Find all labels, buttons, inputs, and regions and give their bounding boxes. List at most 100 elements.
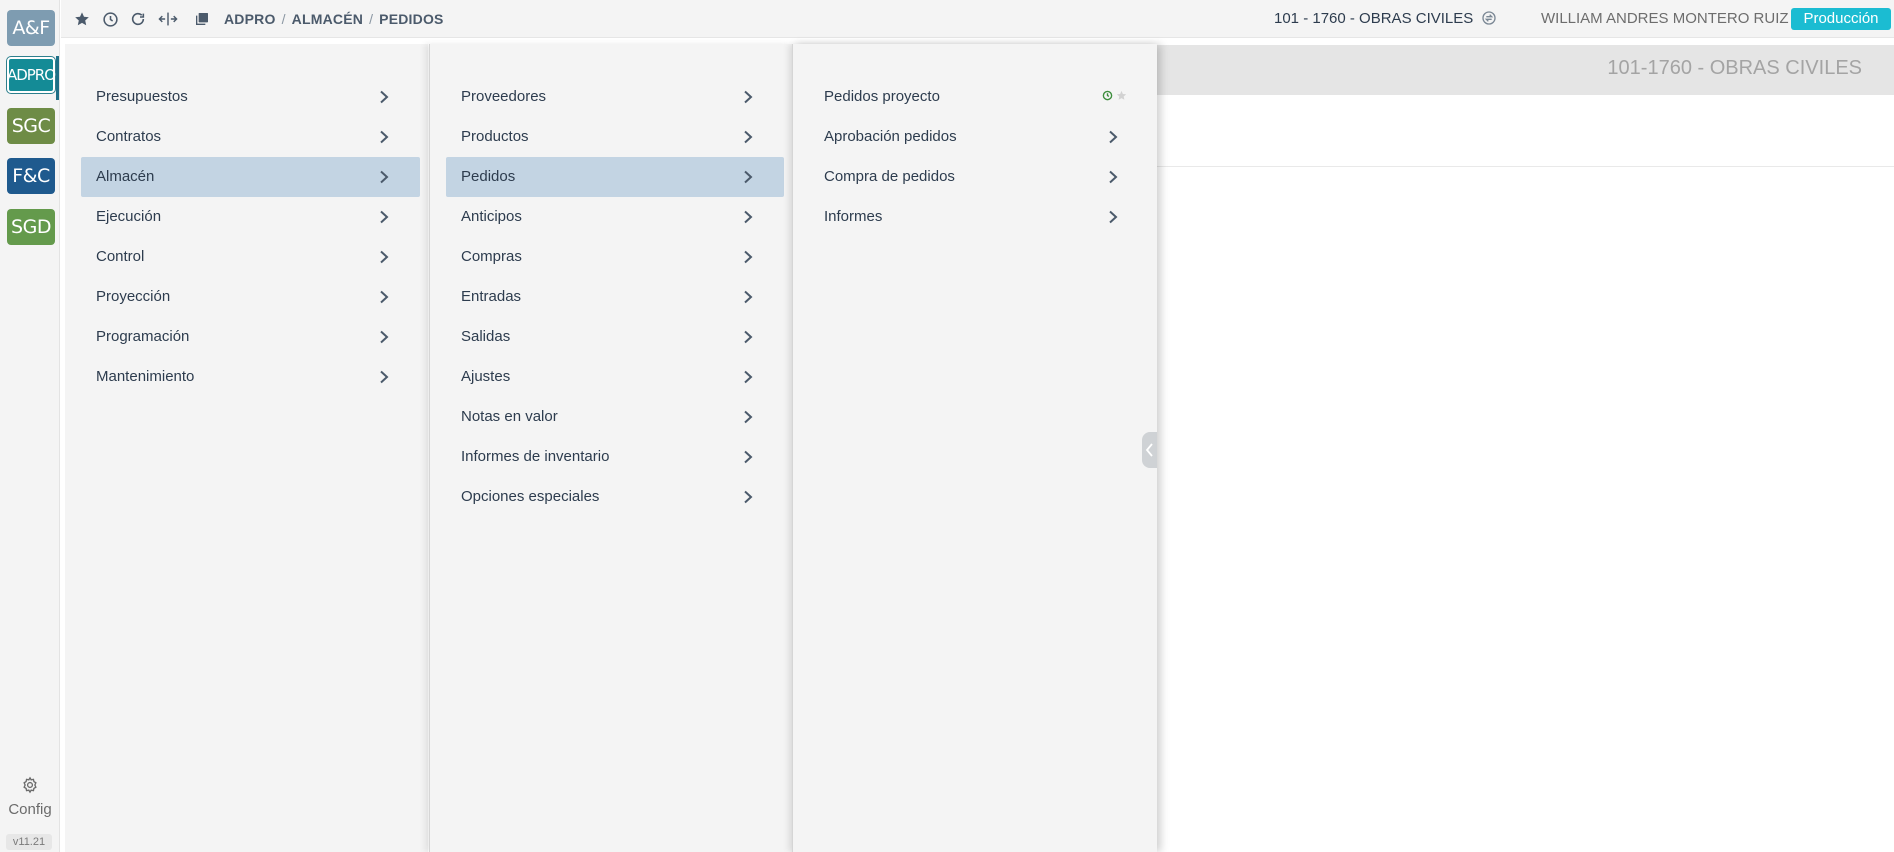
menu-item-label: Informes — [824, 208, 883, 225]
menu-item-pedidos-proyecto[interactable]: Pedidos proyecto — [809, 77, 1149, 117]
chevron-right-icon — [742, 130, 754, 144]
content-title: 101-1760 - OBRAS CIVILES — [1607, 57, 1862, 79]
menu-item-label: Proyección — [96, 288, 171, 305]
chevron-right-icon — [378, 210, 390, 224]
menu-item-label: Compra de pedidos — [824, 168, 955, 185]
chevron-right-icon — [378, 290, 390, 304]
switch-project-icon[interactable] — [1481, 10, 1497, 26]
split-view-icon[interactable] — [158, 9, 178, 29]
menu-item-label: Pedidos — [461, 168, 516, 185]
star-icon[interactable] — [72, 9, 92, 29]
chevron-right-icon — [742, 290, 754, 304]
recent-clock-icon — [1102, 90, 1113, 101]
menu-item-label: Aprobación pedidos — [824, 128, 957, 145]
menu-item-informes[interactable]: Informes — [809, 197, 1149, 237]
chevron-right-icon — [742, 250, 754, 264]
menu-item-pedidos[interactable]: Pedidos — [446, 157, 784, 197]
chevron-right-icon — [1107, 170, 1119, 184]
top-bar: ADPRO / ALMACÉN / PEDIDOS 101 - 1760 - OBRAS… — [61, 0, 1894, 38]
menu-item-proyeccion[interactable]: Proyección — [81, 277, 420, 317]
menu-item-ejecucion[interactable]: Ejecución — [81, 197, 420, 237]
menu-item-salidas[interactable]: Salidas — [446, 317, 784, 357]
copy-windows-icon[interactable] — [192, 9, 212, 29]
menu-item-label: Entradas — [461, 288, 522, 305]
menu-item-label: Productos — [461, 128, 529, 145]
menu-item-label: Ajustes — [461, 368, 511, 385]
menu-item-label: Proveedores — [461, 88, 547, 105]
chevron-left-icon — [1145, 443, 1153, 457]
menu-level-3: Pedidos proyecto Aprobación pedidos Compra… — [792, 44, 1157, 852]
menu-item-entradas[interactable]: Entradas — [446, 277, 784, 317]
menu-item-label: Almacén — [96, 168, 155, 185]
config-button[interactable]: Config — [0, 776, 60, 818]
menu-item-informes-de-inventario[interactable]: Informes de inventario — [446, 437, 784, 477]
menu-item-productos[interactable]: Productos — [446, 117, 784, 157]
menu-item-almacen[interactable]: Almacén — [81, 157, 420, 197]
chevron-right-icon — [742, 370, 754, 384]
favorite-star-icon[interactable] — [1116, 90, 1127, 101]
menu-item-proveedores[interactable]: Proveedores — [446, 77, 784, 117]
menu-item-label: Presupuestos — [96, 88, 188, 105]
menu-item-contratos[interactable]: Contratos — [81, 117, 420, 157]
environment-badge: Producción — [1791, 8, 1891, 30]
menu-item-label: Mantenimiento — [96, 368, 195, 385]
active-app-indicator — [56, 56, 59, 100]
app-tile-adpro[interactable]: ADPRO — [7, 57, 56, 93]
menu-item-label: Control — [96, 248, 145, 265]
menu-item-ajustes[interactable]: Ajustes — [446, 357, 784, 397]
chevron-right-icon — [742, 90, 754, 104]
chevron-right-icon — [1107, 210, 1119, 224]
menu-item-aprobacion-pedidos[interactable]: Aprobación pedidos — [809, 117, 1149, 157]
menu-item-label: Compras — [461, 248, 522, 265]
chevron-right-icon — [378, 370, 390, 384]
menu-item-compras[interactable]: Compras — [446, 237, 784, 277]
menu-level-2: Proveedores Productos Pedidos Anticipos Comp… — [429, 44, 792, 852]
project-title: 101 - 1760 - OBRAS CIVILES — [1274, 10, 1474, 27]
menu-item-control[interactable]: Control — [81, 237, 420, 277]
breadcrumb-item[interactable]: ALMACÉN — [292, 11, 363, 27]
project-selector[interactable]: 101 - 1760 - OBRAS CIVILES — [1274, 10, 1497, 27]
chevron-right-icon — [378, 170, 390, 184]
menu-item-notas-en-valor[interactable]: Notas en valor — [446, 397, 784, 437]
breadcrumb-item[interactable]: ADPRO — [224, 11, 276, 27]
chevron-right-icon — [742, 170, 754, 184]
menu-item-programacion[interactable]: Programación — [81, 317, 420, 357]
chevron-right-icon — [742, 410, 754, 424]
chevron-right-icon — [742, 330, 754, 344]
menu-item-opciones-especiales[interactable]: Opciones especiales — [446, 477, 784, 517]
collapse-menu-handle[interactable] — [1142, 432, 1157, 468]
menu-item-label: Salidas — [461, 328, 511, 345]
menu-item-label: Notas en valor — [461, 408, 558, 425]
refresh-icon[interactable] — [128, 9, 148, 29]
app-rail: A&F ADPRO SGC F&C SGD Config v11.21 — [0, 0, 60, 852]
leaf-actions — [1102, 90, 1127, 101]
gear-icon — [23, 776, 37, 794]
menu-item-mantenimiento[interactable]: Mantenimiento — [81, 357, 420, 397]
divider — [1157, 166, 1894, 167]
app-tile-fc[interactable]: F&C — [7, 158, 55, 194]
user-name[interactable]: WILLIAM ANDRES MONTERO RUIZ — [1541, 10, 1789, 27]
chevron-right-icon — [1107, 130, 1119, 144]
breadcrumb-item: PEDIDOS — [379, 11, 444, 27]
version-badge: v11.21 — [6, 834, 52, 850]
config-label: Config — [8, 801, 52, 818]
history-icon[interactable] — [100, 9, 120, 29]
chevron-right-icon — [378, 330, 390, 344]
menu-level-1: Presupuestos Contratos Almacén Ejecución Con… — [65, 44, 428, 852]
menu-item-presupuestos[interactable]: Presupuestos — [81, 77, 420, 117]
content-header: 101-1760 - OBRAS CIVILES — [1157, 45, 1894, 95]
breadcrumb: ADPRO / ALMACÉN / PEDIDOS — [224, 11, 444, 27]
chevron-right-icon — [378, 90, 390, 104]
app-tile-sgd[interactable]: SGD — [7, 209, 55, 245]
menu-item-label: Contratos — [96, 128, 162, 145]
chevron-right-icon — [742, 210, 754, 224]
menu-item-label: Pedidos proyecto — [824, 88, 940, 105]
menu-item-label: Ejecución — [96, 208, 162, 225]
app-tile-af[interactable]: A&F — [7, 10, 55, 46]
menu-item-compra-de-pedidos[interactable]: Compra de pedidos — [809, 157, 1149, 197]
menu-item-label: Informes de inventario — [461, 448, 610, 465]
menu-item-anticipos[interactable]: Anticipos — [446, 197, 784, 237]
menu-item-label: Anticipos — [461, 208, 522, 225]
menu-item-label: Opciones especiales — [461, 488, 600, 505]
app-tile-sgc[interactable]: SGC — [7, 108, 55, 144]
